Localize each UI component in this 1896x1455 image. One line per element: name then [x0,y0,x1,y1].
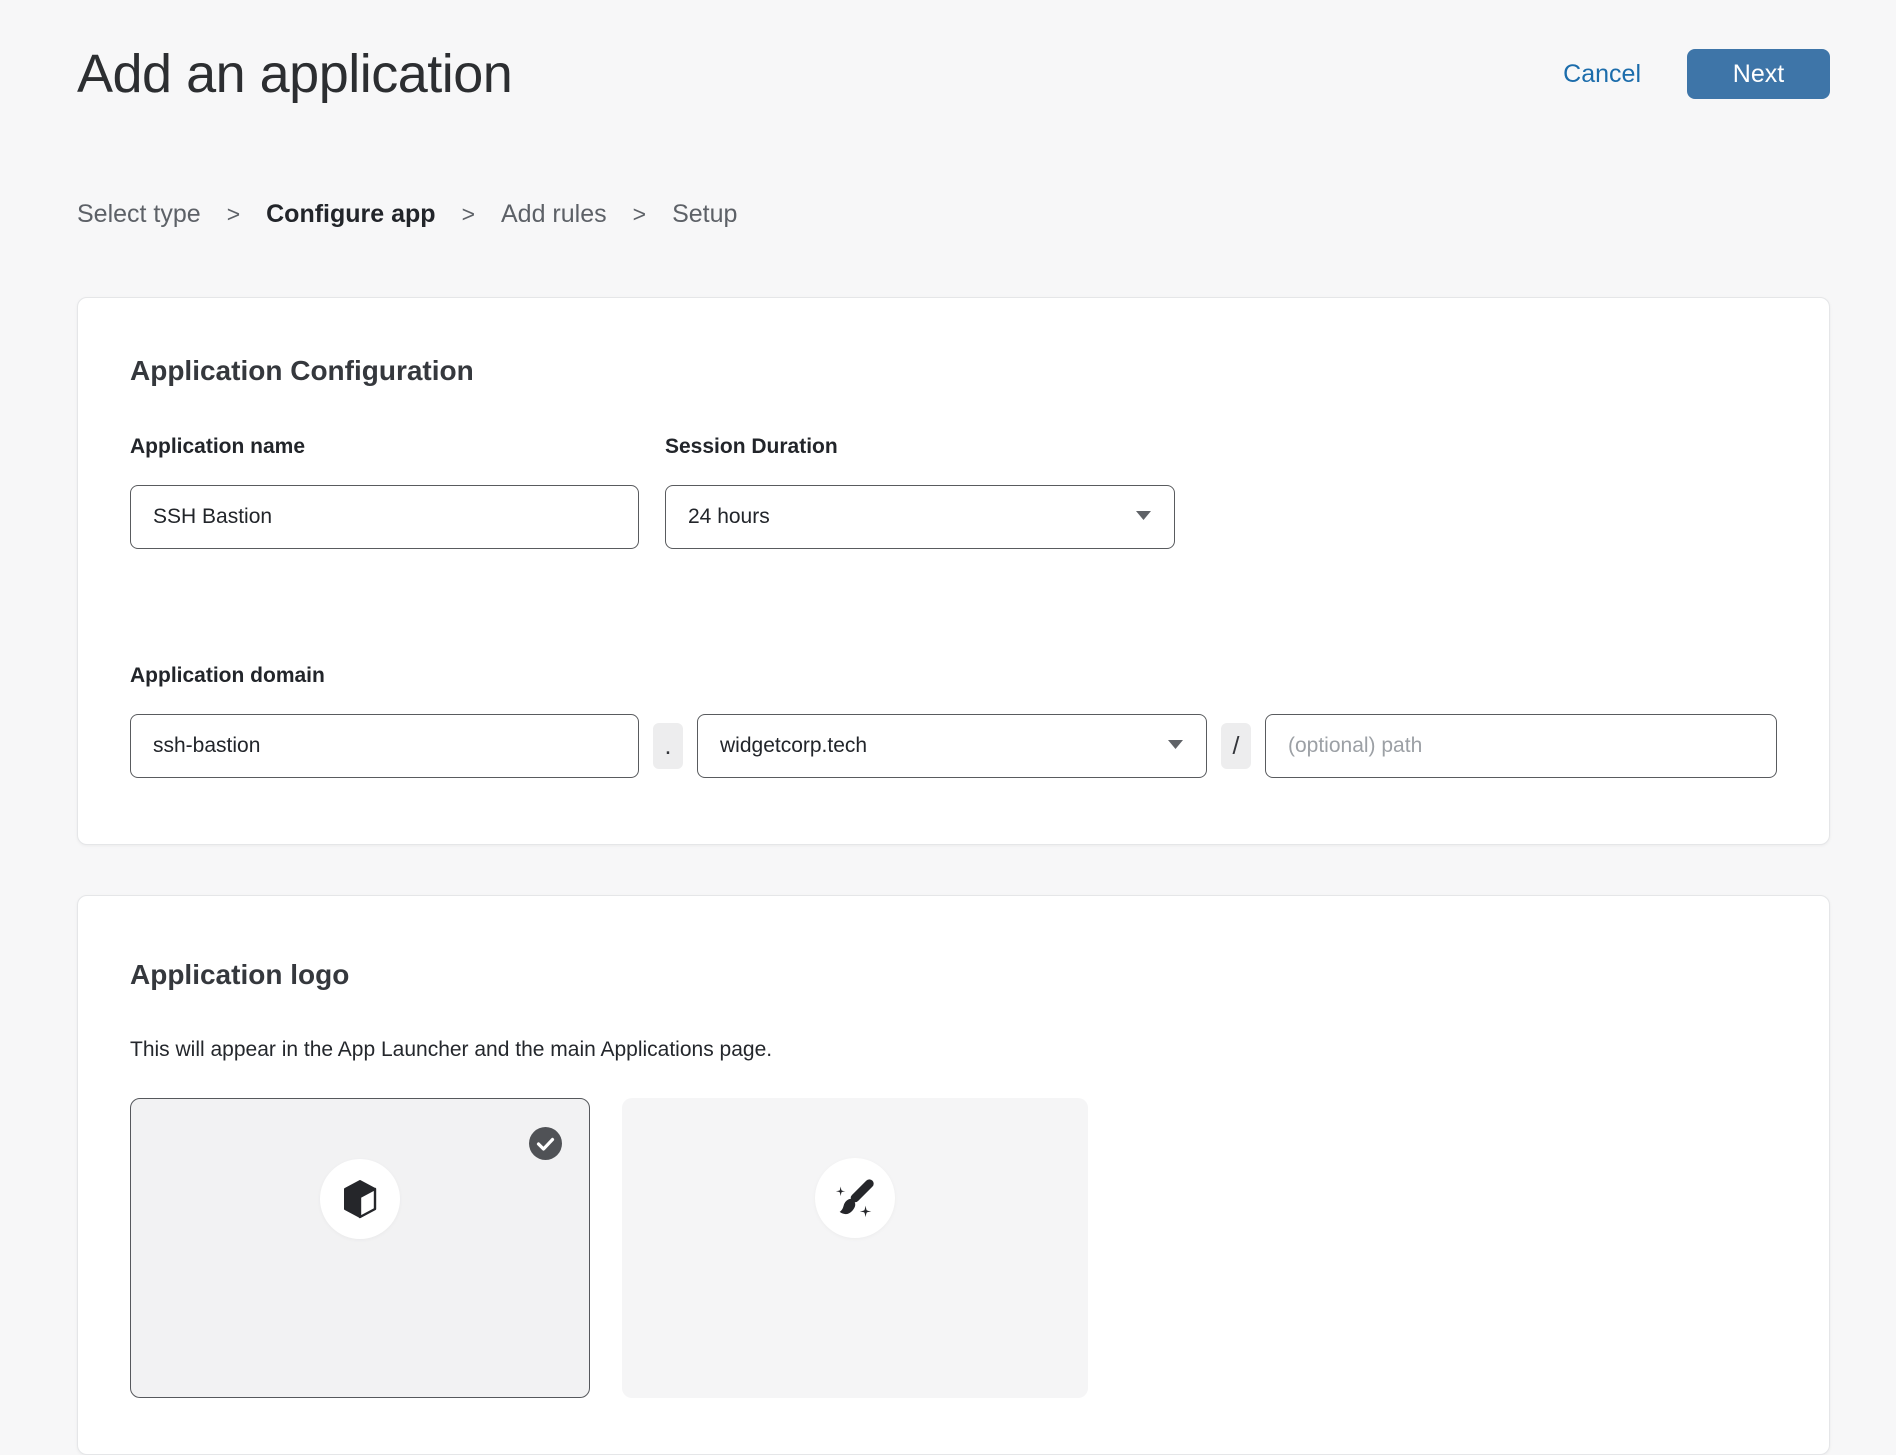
application-name-field: Application name [130,434,639,549]
application-domain-row: . widgetcorp.tech / [130,714,1777,778]
page-title: Add an application [77,42,512,106]
breadcrumb-step-configure-app[interactable]: Configure app [266,200,435,229]
breadcrumb-step-select-type[interactable]: Select type [77,200,201,229]
name-duration-row: Application name Session Duration 24 hou… [130,434,1777,549]
chevron-down-icon [1167,737,1184,755]
application-name-label: Application name [130,434,639,460]
application-logo-card: Application logo This will appear in the… [77,895,1830,1455]
logo-card-heading: Application logo [130,958,1777,992]
logo-option-default[interactable] [130,1098,590,1398]
domain-select-value: widgetcorp.tech [720,734,867,758]
application-domain-field: Application domain . widgetcorp.tech / [130,663,1777,778]
next-button[interactable]: Next [1687,49,1830,99]
cancel-button[interactable]: Cancel [1563,60,1641,89]
breadcrumb: Select type > Configure app > Add rules … [77,200,1830,229]
check-circle-icon [529,1127,562,1160]
chevron-down-icon [1135,508,1152,526]
session-duration-label: Session Duration [665,434,1175,460]
cube-icon [320,1159,400,1239]
application-name-input[interactable] [130,485,639,549]
page: Add an application Cancel Next Select ty… [0,0,1896,1455]
config-card-heading: Application Configuration [130,354,1777,388]
session-duration-select[interactable]: 24 hours [665,485,1175,549]
logo-options [130,1098,1777,1398]
breadcrumb-step-add-rules[interactable]: Add rules [501,200,607,229]
subdomain-input[interactable] [130,714,639,778]
application-domain-label: Application domain [130,663,1777,689]
paintbrush-sparkles-icon [815,1158,895,1238]
session-duration-field: Session Duration 24 hours [665,434,1175,549]
breadcrumb-separator: > [227,201,240,228]
logo-card-description: This will appear in the App Launcher and… [130,1036,1777,1064]
session-duration-value: 24 hours [688,505,770,529]
dot-separator: . [653,723,683,769]
logo-option-custom[interactable] [622,1098,1088,1398]
slash-separator: / [1221,723,1251,769]
breadcrumb-separator: > [462,201,475,228]
breadcrumb-step-setup[interactable]: Setup [672,200,737,229]
application-configuration-card: Application Configuration Application na… [77,297,1830,845]
domain-select[interactable]: widgetcorp.tech [697,714,1207,778]
path-input[interactable] [1265,714,1777,778]
page-header: Add an application Cancel Next [77,0,1830,106]
breadcrumb-separator: > [633,201,646,228]
header-actions: Cancel Next [1563,49,1830,99]
